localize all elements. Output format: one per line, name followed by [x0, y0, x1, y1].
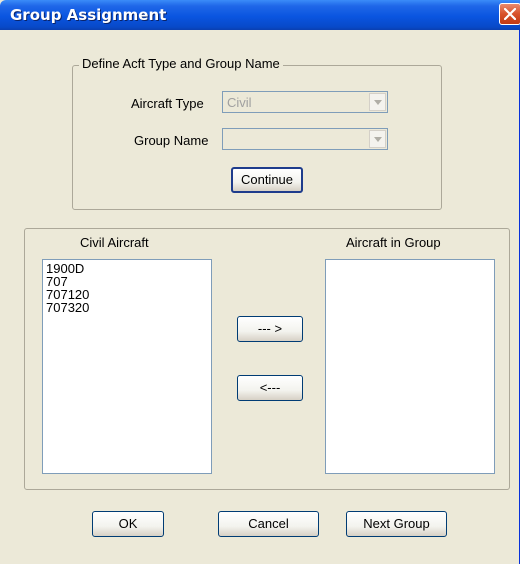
list-item[interactable]: 1900D: [43, 262, 211, 275]
list-item[interactable]: 707320: [43, 301, 211, 314]
add-to-group-button[interactable]: --- >: [237, 316, 303, 342]
group-name-label: Group Name: [134, 133, 209, 148]
next-group-button[interactable]: Next Group: [346, 511, 447, 537]
close-button[interactable]: [499, 3, 520, 25]
aircraft-type-label: Aircraft Type: [131, 96, 204, 111]
aircraft-type-select[interactable]: Civil: [222, 91, 388, 113]
close-icon: [504, 8, 516, 20]
remove-from-group-button[interactable]: <---: [237, 375, 303, 401]
group-name-select[interactable]: [222, 128, 388, 150]
window-title: Group Assignment: [10, 6, 167, 24]
chevron-down-icon: [374, 137, 382, 142]
ok-button[interactable]: OK: [92, 511, 164, 537]
continue-button[interactable]: Continue: [231, 167, 303, 193]
title-bar[interactable]: Group Assignment: [0, 0, 520, 30]
define-group-legend: Define Acft Type and Group Name: [79, 56, 283, 71]
aircraft-type-dropdown-button[interactable]: [369, 93, 386, 111]
aircraft-in-group-header: Aircraft in Group: [346, 235, 441, 250]
aircraft-type-value: Civil: [227, 95, 252, 110]
civil-aircraft-header: Civil Aircraft: [80, 235, 149, 250]
aircraft-in-group-list[interactable]: [325, 259, 495, 474]
chevron-down-icon: [374, 100, 382, 105]
group-assignment-dialog: Group Assignment Define Acft Type and Gr…: [0, 0, 520, 564]
group-name-dropdown-button[interactable]: [369, 130, 386, 148]
cancel-button[interactable]: Cancel: [218, 511, 319, 537]
civil-aircraft-list[interactable]: 1900D 707 707120 707320: [42, 259, 212, 474]
